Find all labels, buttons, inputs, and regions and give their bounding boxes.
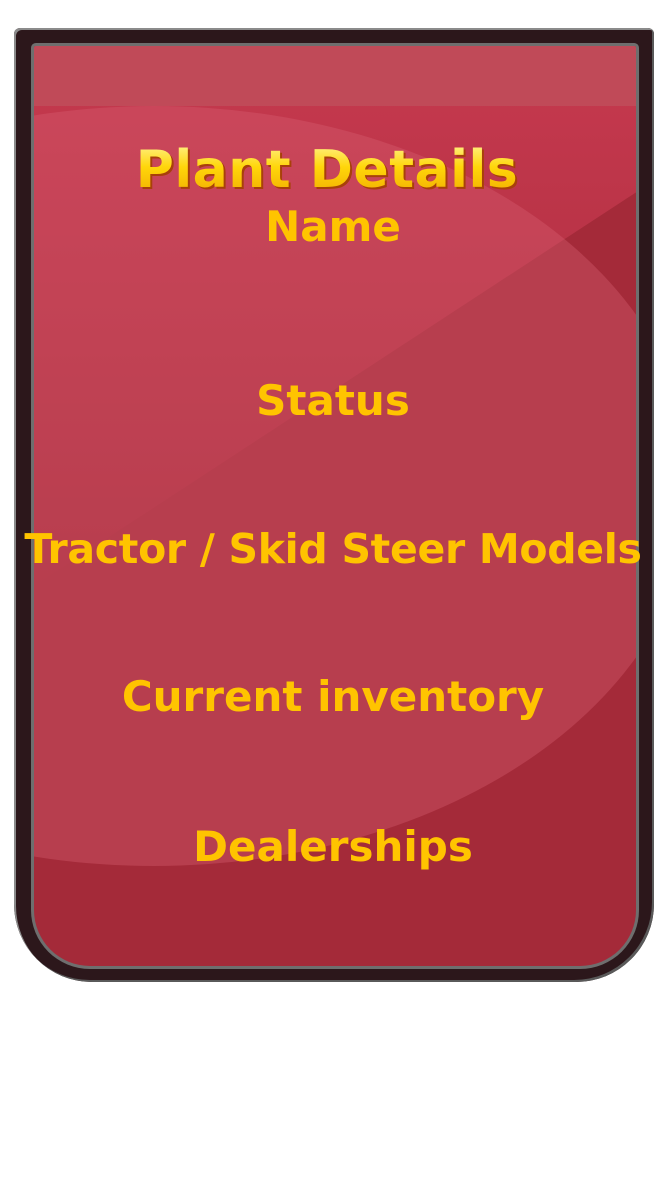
card-title: Plant Details xyxy=(0,140,654,200)
field-dealerships[interactable]: Dealerships xyxy=(0,822,666,871)
field-current-inventory[interactable]: Current inventory xyxy=(0,672,666,721)
field-name[interactable]: Name xyxy=(0,202,666,251)
card-content: Plant Details Name Status Tractor / Skid… xyxy=(0,0,670,1000)
field-tractor-skid-steer-models[interactable]: Tractor / Skid Steer Models xyxy=(0,525,666,573)
field-status[interactable]: Status xyxy=(0,376,666,425)
stage: Plant Details Name Status Tractor / Skid… xyxy=(0,0,670,1188)
